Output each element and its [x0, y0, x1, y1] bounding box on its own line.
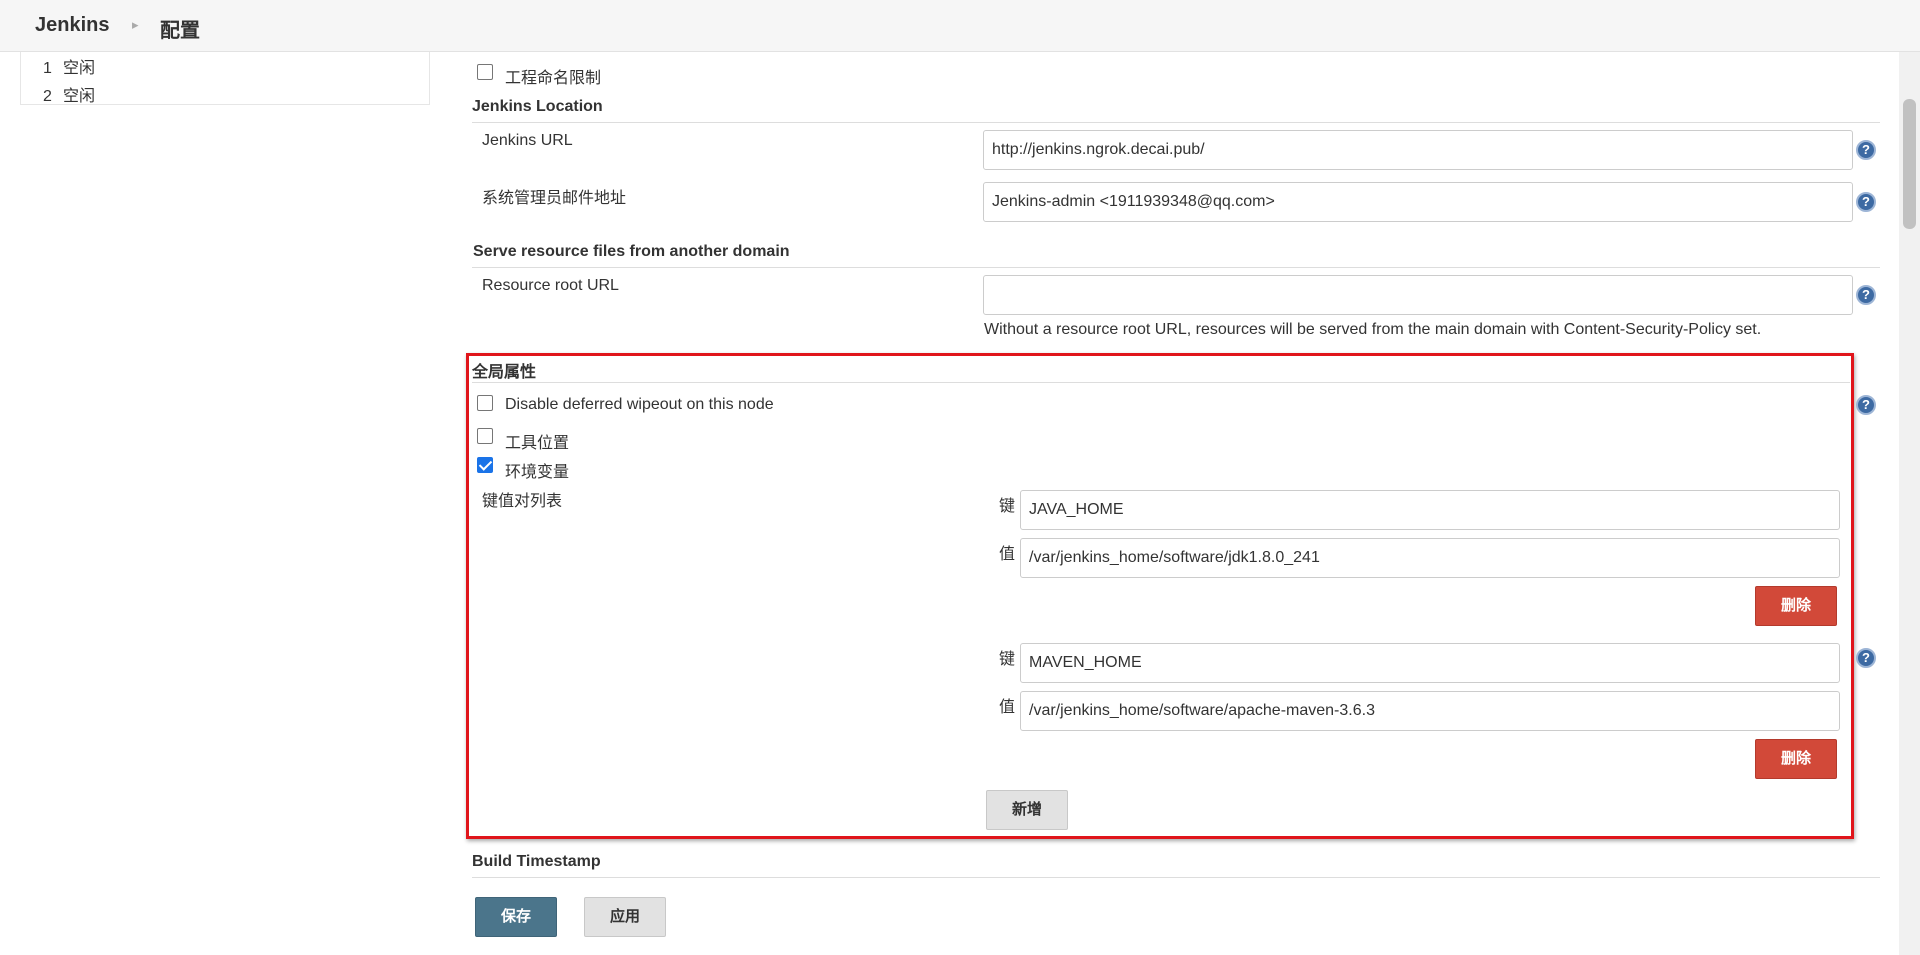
breadcrumb-separator-icon[interactable]: ▸: [132, 17, 139, 33]
resource-root-url-input[interactable]: [983, 275, 1853, 315]
section-divider: [472, 382, 1850, 383]
apply-button[interactable]: 应用: [584, 897, 666, 937]
env-key-label: 键: [999, 498, 1016, 515]
global-properties-title: 全局属性: [472, 364, 537, 381]
resource-root-url-hint: Without a resource root URL, resources w…: [984, 321, 1762, 338]
save-button[interactable]: 保存: [475, 897, 557, 937]
section-divider: [472, 877, 1880, 878]
help-icon[interactable]: ?: [1856, 395, 1876, 415]
build-timestamp-title: Build Timestamp: [472, 853, 601, 870]
executor-number: 2: [43, 88, 52, 105]
breadcrumb-current-page[interactable]: 配置: [160, 14, 200, 43]
executor-status: 空闲: [63, 60, 96, 77]
breadcrumb-home-link[interactable]: Jenkins: [35, 14, 109, 37]
project-naming-label: 工程命名限制: [505, 70, 602, 87]
scrollbar-thumb[interactable]: [1903, 99, 1916, 229]
tool-locations-label: 工具位置: [505, 435, 570, 452]
jenkins-location-title: Jenkins Location: [472, 98, 603, 115]
highlight-box: [466, 353, 1854, 839]
env-key-input[interactable]: JAVA_HOME: [1020, 490, 1840, 530]
jenkins-url-label: Jenkins URL: [482, 132, 573, 149]
jenkins-url-input[interactable]: http://jenkins.ngrok.decai.pub/: [983, 130, 1853, 170]
env-key-label: 键: [999, 651, 1016, 668]
env-value-label: 值: [999, 546, 1016, 563]
section-divider: [472, 267, 1880, 268]
env-value-label: 值: [999, 699, 1016, 716]
section-divider: [472, 122, 1880, 123]
help-icon[interactable]: ?: [1856, 192, 1876, 212]
env-vars-checkbox[interactable]: [477, 457, 493, 473]
vertical-scrollbar[interactable]: [1899, 52, 1920, 955]
project-naming-checkbox[interactable]: [477, 64, 493, 80]
add-entry-button[interactable]: 新增: [986, 790, 1068, 830]
kv-list-label: 键值对列表: [482, 493, 563, 510]
executor-number: 1: [43, 60, 52, 77]
delete-entry-button[interactable]: 删除: [1755, 739, 1837, 779]
env-key-input[interactable]: MAVEN_HOME: [1020, 643, 1840, 683]
resource-domain-title: Serve resource files from another domain: [473, 243, 790, 260]
executor-row: 1 空闲: [43, 54, 95, 78]
admin-email-input[interactable]: Jenkins-admin <1911939348@qq.com>: [983, 182, 1853, 222]
disable-wipeout-checkbox[interactable]: [477, 395, 493, 411]
resource-root-url-label: Resource root URL: [482, 277, 619, 294]
env-value-input[interactable]: /var/jenkins_home/software/apache-maven-…: [1020, 691, 1840, 731]
env-vars-label: 环境变量: [505, 464, 570, 481]
help-icon[interactable]: ?: [1856, 140, 1876, 160]
disable-wipeout-label: Disable deferred wipeout on this node: [505, 396, 774, 413]
help-icon[interactable]: ?: [1856, 648, 1876, 668]
executor-row: 2 空闲: [43, 82, 95, 106]
delete-entry-button[interactable]: 删除: [1755, 586, 1837, 626]
executor-status: 空闲: [63, 88, 96, 105]
env-value-input[interactable]: /var/jenkins_home/software/jdk1.8.0_241: [1020, 538, 1840, 578]
help-icon[interactable]: ?: [1856, 285, 1876, 305]
tool-locations-checkbox[interactable]: [477, 428, 493, 444]
admin-email-label: 系统管理员邮件地址: [482, 190, 627, 207]
executor-status-panel: 1 空闲 2 空闲: [20, 52, 430, 105]
breadcrumb-bar: Jenkins ▸ 配置: [0, 0, 1920, 52]
